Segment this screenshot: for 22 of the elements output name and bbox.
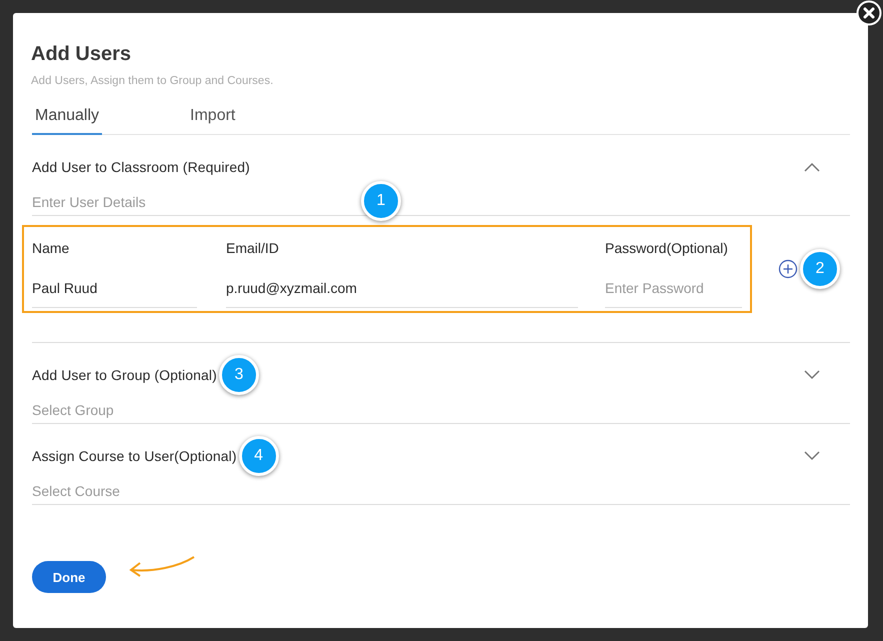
chevron-down-icon[interactable] [804,370,820,380]
name-field[interactable]: Paul Ruud [32,279,197,308]
tab[interactable]: Import [187,101,238,135]
tab[interactable]: Manually [32,101,102,135]
dialog-title: Add Users [31,42,132,67]
section-title: Add User to Group (Optional) [32,367,217,383]
done-button[interactable]: Done [32,561,106,593]
callout-badge: 2 [800,249,840,289]
dialog-subtitle: Add Users, Assign them to Group and Courses. [31,74,274,89]
close-icon[interactable] [856,0,882,26]
column-header: Email/ID [226,240,280,256]
section-title: Add User to Classroom (Required) [32,159,250,175]
chevron-down-icon[interactable] [804,451,820,461]
column-header: Name [32,240,70,256]
section-title: Assign Course to User(Optional) [32,448,237,464]
add-icon[interactable] [778,259,798,279]
callout-badge: 1 [361,181,401,221]
column-header: Password(Optional) [605,240,729,256]
password-field[interactable]: Enter Password [605,279,742,308]
chevron-up-icon[interactable] [804,162,820,172]
pointer-arrow [128,555,196,577]
email-field[interactable]: p.ruud@xyzmail.com [226,279,578,308]
